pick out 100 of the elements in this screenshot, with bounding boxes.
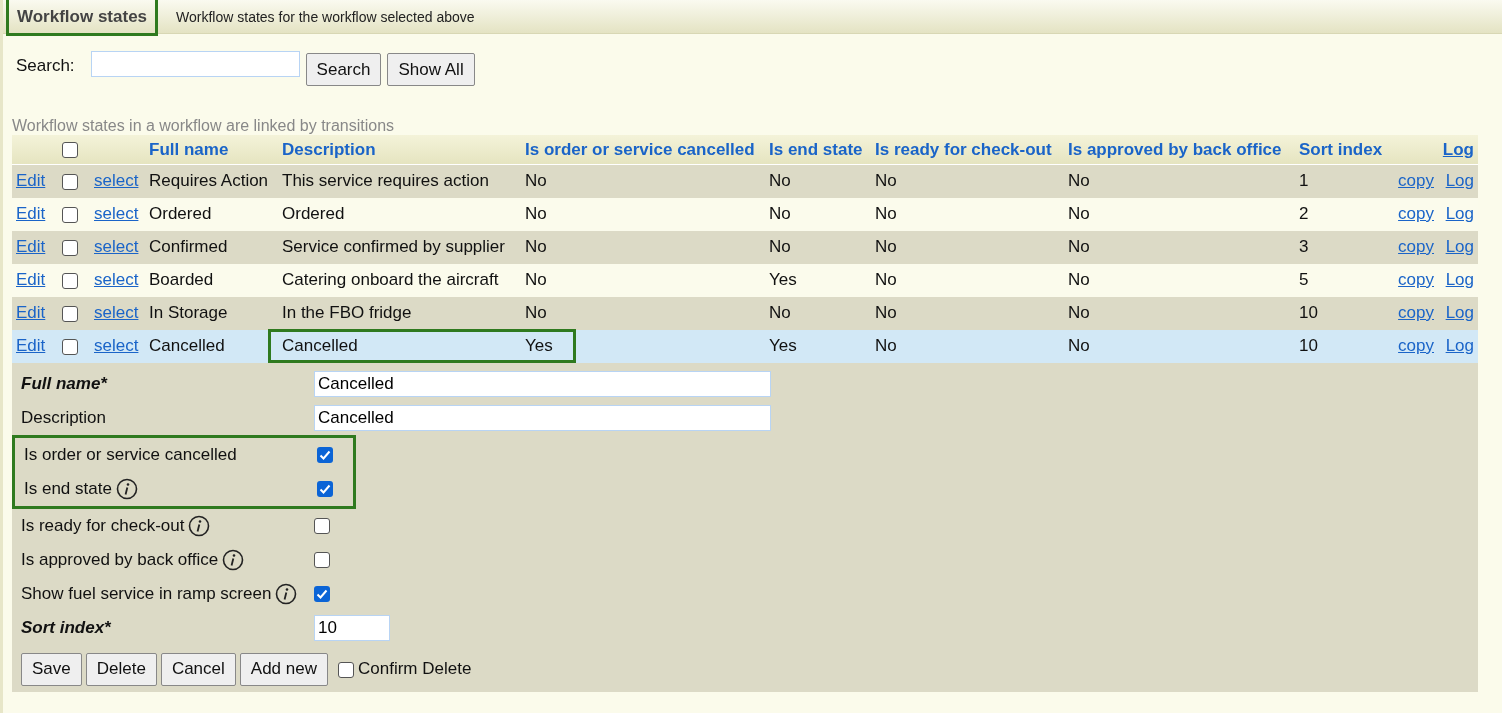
edit-link[interactable]: Edit — [16, 171, 46, 191]
column-header[interactable]: Is order or service cancelled — [521, 135, 765, 165]
table-cell: 1 — [1299, 171, 1309, 191]
checkbox[interactable] — [314, 585, 330, 602]
table-cell: No — [1068, 270, 1090, 289]
table-cell: No — [875, 171, 897, 191]
select-link[interactable]: select — [94, 171, 139, 191]
checkbox[interactable] — [314, 517, 330, 534]
table-cell: No — [1068, 303, 1090, 322]
copy-link[interactable]: copy — [1398, 336, 1434, 355]
field-label: Description — [21, 407, 107, 428]
checkbox[interactable] — [62, 142, 78, 158]
info-icon[interactable] — [275, 582, 298, 605]
table-cell: Yes — [769, 270, 797, 289]
edit-link[interactable]: Edit — [16, 336, 46, 355]
table-cell: No — [875, 303, 897, 322]
edit-link[interactable]: Edit — [16, 270, 46, 289]
table-cell: No — [525, 270, 547, 289]
form-button[interactable]: Save — [21, 652, 82, 686]
copy-link[interactable]: copy — [1398, 303, 1434, 322]
search-label: Search: — [16, 56, 75, 76]
log-link[interactable]: Log — [1445, 171, 1474, 191]
field-label: Full name* — [21, 373, 107, 394]
copy-link[interactable]: copy — [1398, 171, 1434, 191]
section-title: Workflow states — [6, 0, 159, 36]
column-header[interactable]: Sort index — [1295, 135, 1390, 165]
checkbox[interactable] — [62, 305, 78, 322]
table-row[interactable]: Edit select Cancelled Cancelled Yes Yes No No 10 copy Log — [12, 329, 1478, 363]
table-cell: 10 — [1299, 336, 1318, 355]
column-header[interactable]: Is ready for check-out — [871, 135, 1064, 165]
text-field[interactable]: 10 — [314, 614, 390, 641]
table-cell: No — [525, 171, 547, 191]
table-cell: Requires Action — [149, 171, 269, 191]
edit-link[interactable]: Edit — [16, 303, 46, 322]
log-link[interactable]: Log — [1445, 336, 1474, 355]
column-header[interactable]: Is approved by back office — [1064, 135, 1295, 165]
select-link[interactable]: select — [94, 336, 139, 355]
edit-link[interactable]: Edit — [16, 204, 46, 223]
select-link[interactable]: select — [94, 204, 139, 223]
table-cell: No — [769, 237, 791, 256]
table-caption: Workflow states in a workflow are linked by transitions — [12, 117, 396, 135]
table-cell: No — [1068, 171, 1090, 191]
column-header[interactable]: Is end state — [765, 135, 871, 165]
edit-link[interactable]: Edit — [16, 237, 46, 256]
info-icon[interactable] — [222, 548, 245, 571]
field-label: Sort index* — [21, 617, 111, 638]
section-subtitle: Workflow states for the workflow selected above — [176, 8, 475, 25]
checkbox[interactable] — [62, 338, 78, 355]
search-field[interactable] — [90, 51, 300, 77]
checkbox[interactable] — [62, 239, 78, 256]
field-label: Is end state — [24, 478, 112, 499]
column-header[interactable]: Full name — [145, 135, 278, 165]
field-label: Is ready for check-out — [21, 515, 185, 536]
table-cell: Ordered — [282, 204, 345, 223]
log-link[interactable]: Log — [1445, 204, 1474, 223]
table-cell: Cancelled — [282, 336, 358, 355]
table-cell: No — [769, 171, 791, 191]
info-icon[interactable] — [188, 514, 211, 537]
table-cell: 10 — [1299, 303, 1318, 322]
log-link[interactable]: Log — [1445, 237, 1474, 256]
table-cell: No — [525, 303, 547, 322]
checkbox[interactable] — [338, 661, 354, 678]
copy-link[interactable]: copy — [1398, 270, 1434, 289]
text-field[interactable]: Cancelled — [314, 404, 771, 431]
copy-link[interactable]: copy — [1398, 237, 1434, 256]
log-link[interactable]: Log — [1445, 270, 1474, 289]
table-cell: Service confirmed by supplier — [282, 237, 505, 256]
checkbox[interactable] — [317, 480, 333, 497]
table-row[interactable]: Edit select In Storage In the FBO fridge No No No No 10 copy Log — [12, 296, 1478, 330]
log-link[interactable]: Log — [1442, 139, 1474, 159]
select-link[interactable]: select — [94, 237, 139, 256]
table-cell: No — [875, 270, 897, 289]
table-cell: Catering onboard the aircraft — [282, 270, 499, 289]
table-row[interactable]: Edit select Requires Action This service requires action No No No No 1 copy Log — [12, 164, 1478, 198]
table-cell: Confirmed — [149, 237, 228, 256]
checkbox[interactable] — [62, 272, 78, 289]
search-button[interactable]: Show All — [387, 53, 475, 86]
table-cell: Ordered — [149, 204, 212, 223]
log-link[interactable]: Log — [1445, 303, 1474, 322]
copy-link[interactable]: copy — [1398, 204, 1434, 223]
checkbox[interactable] — [314, 551, 330, 568]
checkbox[interactable] — [62, 173, 78, 190]
column-header[interactable]: Description — [278, 135, 521, 165]
table-cell: Yes — [769, 336, 797, 355]
checkbox[interactable] — [62, 206, 78, 223]
table-cell: In Storage — [149, 303, 228, 322]
table-cell: No — [1068, 336, 1090, 355]
info-icon[interactable] — [115, 477, 138, 500]
select-link[interactable]: select — [94, 303, 139, 322]
select-link[interactable]: select — [94, 270, 139, 289]
table-cell: No — [769, 303, 791, 322]
search-button[interactable]: Search — [305, 53, 382, 86]
form-button[interactable]: Add new — [239, 652, 328, 686]
field-label: Show fuel service in ramp screen — [21, 583, 272, 604]
checkbox[interactable] — [317, 446, 333, 463]
form-button[interactable]: Cancel — [160, 652, 236, 686]
form-button[interactable]: Delete — [85, 652, 157, 686]
text-field[interactable]: Cancelled — [314, 370, 771, 397]
table-cell: 2 — [1299, 204, 1309, 223]
table-cell: Boarded — [149, 270, 214, 289]
